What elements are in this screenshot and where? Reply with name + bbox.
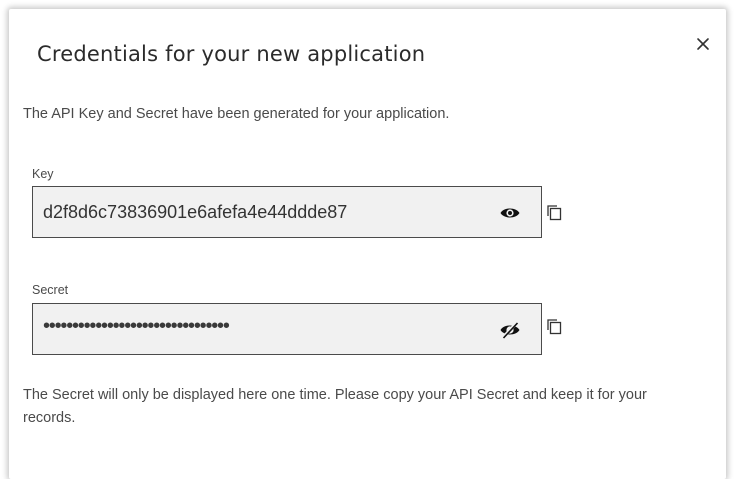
secret-value[interactable]: •••••••••••••••••••••••••••••••• [43,315,230,338]
copy-icon [547,319,562,335]
secret-field[interactable]: •••••••••••••••••••••••••••••••• [32,303,542,355]
show-secret-button[interactable] [499,319,521,341]
eye-icon [500,208,520,218]
secret-label: Secret [32,283,69,297]
key-value[interactable]: d2f8d6c73836901e6afefa4e44ddde87 [43,202,347,223]
key-field[interactable]: d2f8d6c73836901e6afefa4e44ddde87 [32,186,542,238]
dialog-subtitle: The API Key and Secret have been generat… [23,106,450,122]
copy-key-button[interactable] [545,203,565,223]
copy-secret-button[interactable] [545,317,565,337]
key-label: Key [32,167,54,181]
dialog-title: Credentials for your new application [37,42,426,66]
credentials-dialog: Credentials for your new application The… [9,9,726,479]
show-key-button[interactable] [499,202,521,224]
secret-warning-note: The Secret will only be displayed here o… [23,387,647,426]
copy-icon [547,205,562,221]
eye-slash-icon [500,321,520,339]
close-button[interactable] [692,33,714,55]
close-icon [697,38,709,50]
